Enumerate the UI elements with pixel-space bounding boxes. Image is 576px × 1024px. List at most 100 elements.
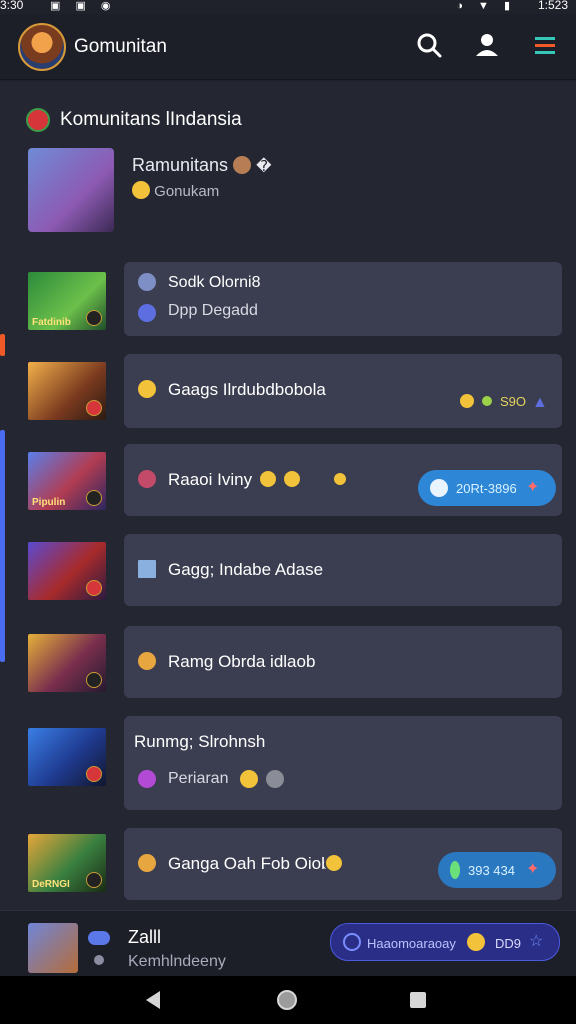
back-icon[interactable] xyxy=(146,991,160,1009)
system-nav-bar xyxy=(0,976,576,1024)
row-title: Runmg; Slrohnsh xyxy=(134,732,266,751)
bottom-pill-number: DD9 xyxy=(495,936,522,951)
coin-icon xyxy=(480,394,494,408)
thumbnail-label: DeRNGI xyxy=(32,879,70,890)
bottom-name: Zalll xyxy=(128,927,162,947)
home-icon[interactable] xyxy=(277,990,297,1010)
row-thumbnail: Pipulin xyxy=(28,452,106,510)
row-thumbnail xyxy=(28,634,106,692)
bottom-pill-text: Haaomoaraoay xyxy=(367,936,456,951)
app-title: Gomunitan xyxy=(74,36,167,57)
box-icon xyxy=(136,558,158,580)
chevron-icon xyxy=(343,933,361,951)
gear-icon xyxy=(264,768,286,790)
row-title: Sodk Olorni8 xyxy=(168,274,261,291)
badge-icon xyxy=(86,672,102,688)
row-subtitle: Dpp Degadd xyxy=(168,302,258,319)
section-flag-icon xyxy=(26,108,50,132)
badge-icon xyxy=(86,766,102,782)
emoji-icon xyxy=(238,768,260,790)
row-title: Gagg; Indabe Adase xyxy=(168,560,324,579)
list-item[interactable]: Ramg Obrda idlaob xyxy=(28,626,562,698)
bar-icon xyxy=(450,861,460,879)
featured-subtitle: Gonukam xyxy=(154,183,220,200)
app-avatar[interactable] xyxy=(18,23,66,71)
badge-icon xyxy=(86,580,102,596)
sword-icon xyxy=(136,650,158,672)
stat-pill-text: 393 434 xyxy=(468,863,515,878)
list-item[interactable]: DeRNGI Ganga Oah Fob Oiob 393 434 ✦ xyxy=(28,828,562,900)
thumbnail-label: Pipulin xyxy=(32,497,66,508)
stat-pill-text: 20Rt-3896 xyxy=(456,481,517,496)
emoji-icon xyxy=(467,933,485,951)
stat-pill[interactable]: 20Rt-3896 ✦ xyxy=(418,470,556,506)
row-card[interactable]: Ramg Obrda idlaob xyxy=(124,626,562,698)
side-indicator-orange xyxy=(0,334,5,356)
badge-icon xyxy=(86,310,102,326)
app-bar: Gomunitan xyxy=(0,14,576,80)
smile-icon xyxy=(132,181,150,199)
emoji-icon xyxy=(258,469,278,489)
hero-icon xyxy=(136,271,158,293)
row-card[interactable]: Raaoi Iviny 20Rt-3896 ✦ xyxy=(124,444,562,516)
status-left-icons: ▣ ▣ ◉ xyxy=(50,0,117,12)
up-arrow-icon: ▲ xyxy=(532,394,548,411)
bottom-avatar xyxy=(28,923,78,973)
bottom-item[interactable]: Zalll Kemhlndeeny Haaomoaraoay DD9 ☆ xyxy=(0,910,576,976)
row-thumbnail: DeRNGI xyxy=(28,834,106,892)
avatar-badge-icon xyxy=(233,156,252,174)
row-card[interactable]: Gaags Ilrdubdbobola S9O ▲ xyxy=(124,354,562,428)
row-thumbnail xyxy=(28,728,106,786)
row-title: Gaags Ilrdubdbobola xyxy=(168,380,326,399)
stat-pill[interactable]: 393 434 ✦ xyxy=(438,852,556,888)
row-subtitle: Periaran xyxy=(168,770,229,787)
ring-icon xyxy=(136,378,158,400)
star-icon: ✦ xyxy=(526,861,540,878)
user-icon[interactable] xyxy=(472,30,502,60)
list-item[interactable]: Runmg; Slrohnsh Periaran xyxy=(28,716,562,810)
status-time-right: 1:523 xyxy=(537,0,568,12)
list-item[interactable]: Pipulin Raaoi Iviny 20Rt-3896 ✦ xyxy=(28,444,562,516)
side-indicator-blue xyxy=(0,430,5,662)
featured-name: Ramunitans xyxy=(132,155,229,175)
list-item[interactable]: Gagg; Indabe Adase xyxy=(28,534,562,606)
search-icon[interactable] xyxy=(414,30,444,60)
star-icon: ☆ xyxy=(529,933,544,950)
bottom-pill[interactable]: Haaomoaraoay DD9 ☆ xyxy=(330,923,560,961)
badge-icon xyxy=(86,872,102,888)
bottom-subtitle: Kemhlndeeny xyxy=(128,953,226,970)
check-icon xyxy=(430,479,448,497)
thumbnail-label: Fatdinib xyxy=(32,317,71,328)
gem-icon xyxy=(136,302,158,324)
row-card[interactable]: Gagg; Indabe Adase xyxy=(124,534,562,606)
status-time-left: 3:30 xyxy=(0,0,24,12)
row-card[interactable]: Runmg; Slrohnsh Periaran xyxy=(124,716,562,810)
row-card[interactable]: Sodk Olorni8 Dpp Degadd xyxy=(124,262,562,336)
chat-icon xyxy=(88,931,110,945)
row-thumbnail: Fatdinib xyxy=(28,272,106,330)
row-thumbnail xyxy=(28,542,106,600)
potion-icon xyxy=(136,768,158,790)
avatar-icon xyxy=(136,468,158,490)
row-title: Ramg Obrda idlaob xyxy=(168,652,316,671)
emoji-icon xyxy=(332,471,348,487)
row-title: Raaoi Iviny xyxy=(168,470,253,489)
status-bar: 3:30 ▣ ▣ ◉ ◑ ▼ ▮ 1:523 xyxy=(0,0,576,12)
row-card[interactable]: Ganga Oah Fob Oiob 393 434 ✦ xyxy=(124,828,562,900)
row-right-text: S9O xyxy=(500,394,527,409)
star-icon: ✦ xyxy=(526,479,540,496)
section-title: Komunitans lIndansia xyxy=(60,109,242,130)
recent-apps-icon[interactable] xyxy=(410,992,426,1008)
status-right-icons: ◑ ▼ ▮ xyxy=(456,0,516,12)
menu-icon[interactable] xyxy=(530,30,560,60)
list-item[interactable]: Gaags Ilrdubdbobola S9O ▲ xyxy=(28,354,562,428)
list-item[interactable]: Fatdinib Sodk Olorni8 Dpp Degadd xyxy=(28,262,562,336)
row-title: Ganga Oah Fob Oiob xyxy=(168,854,331,873)
location-icon xyxy=(94,955,104,965)
emoji-icon xyxy=(324,853,344,873)
emoji-icon xyxy=(282,469,302,489)
row-thumbnail xyxy=(28,362,106,420)
badge-icon xyxy=(86,400,102,416)
community-list: Komunitans lIndansia Ramunitans � Gonuka… xyxy=(0,82,576,910)
featured-badge: � xyxy=(256,158,272,175)
